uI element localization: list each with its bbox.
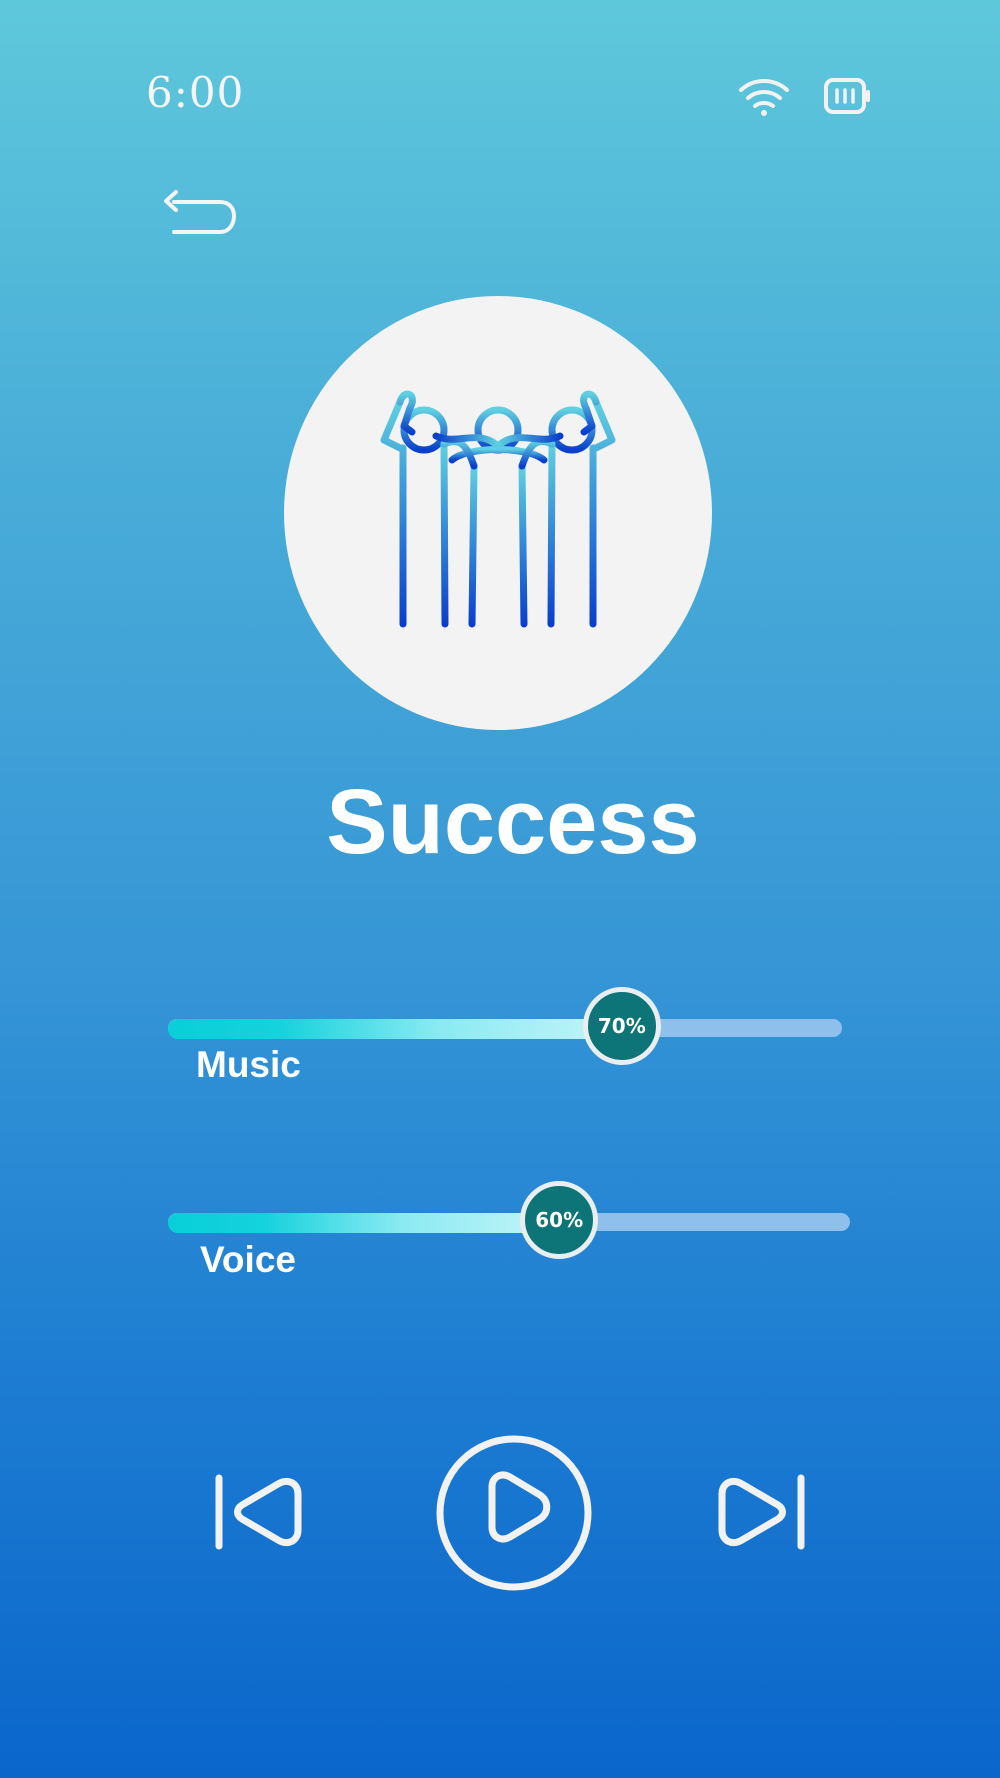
track-title: Success — [326, 771, 700, 873]
voice-volume-slider[interactable]: 60% — [168, 1181, 850, 1259]
slider-fill — [168, 1019, 620, 1039]
previous-button[interactable] — [210, 1464, 310, 1560]
next-button[interactable] — [710, 1464, 810, 1560]
status-time: 6:00 — [146, 68, 245, 117]
voice-label: Voice — [200, 1239, 296, 1280]
back-button[interactable] — [162, 188, 238, 240]
play-button[interactable] — [434, 1433, 594, 1593]
voice-slider-thumb[interactable]: 60% — [520, 1181, 599, 1259]
play-icon — [488, 1471, 551, 1543]
wifi-icon — [739, 79, 789, 116]
music-slider-thumb[interactable]: 70% — [582, 987, 661, 1065]
music-label: Music — [196, 1044, 301, 1085]
music-volume-slider[interactable]: 70% — [168, 987, 842, 1065]
slider-fill — [168, 1213, 558, 1233]
battery-icon — [824, 78, 870, 114]
people-celebrating-icon — [362, 390, 634, 634]
